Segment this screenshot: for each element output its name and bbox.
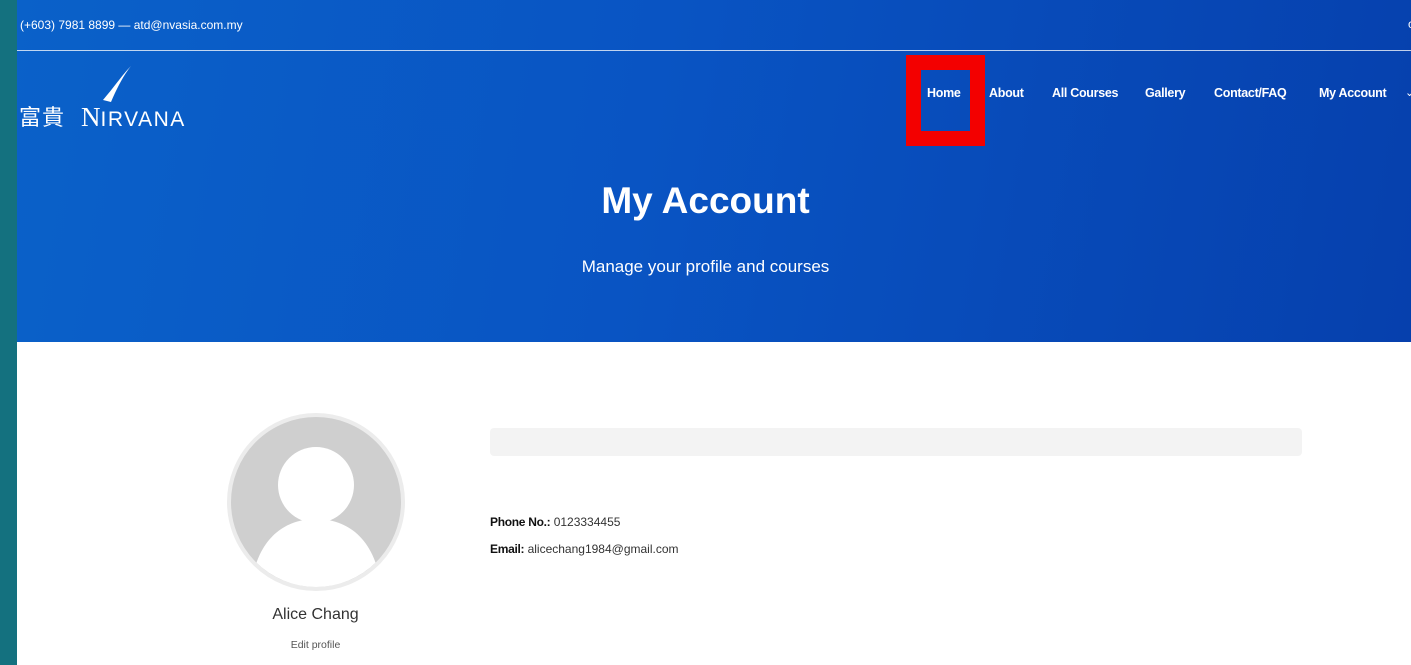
user-name: Alice Chang [272,606,359,623]
nav-my-account[interactable]: My Account [1319,86,1387,100]
logo-initial: N [81,102,101,132]
avatar [227,413,405,591]
phone-label: Phone No.: [490,515,551,529]
chevron-down-icon[interactable]: ⌄ [1405,86,1411,99]
page-subtitle: Manage your profile and courses [581,257,830,276]
contact-info: (+603) 7981 8899 — atd@nvasia.com.my [20,18,243,32]
top-contact-bar: (+603) 7981 8899 — atd@nvasia.com.my c [17,0,1411,51]
nav-gallery[interactable]: Gallery [1145,86,1186,100]
profile-info-bar [490,428,1302,456]
page-title: My Account [601,180,810,221]
logo-cjk-text: 富貴 [19,106,66,131]
nav-home[interactable]: Home [927,86,961,100]
email-value: alicechang1984@gmail.com [527,542,679,556]
user-silhouette-icon [251,447,381,587]
site-logo[interactable]: 富貴 NIRVANA [19,64,229,132]
highlight-annotation-box [906,55,985,146]
browser-viewport: (+603) 7981 8899 — atd@nvasia.com.my c 富… [17,0,1411,665]
logo-word-rest: IRVANA [100,108,186,131]
phone-value: 0123334455 [553,515,621,529]
logo-swoosh-icon [103,66,131,102]
logo-wordmark: NIRVANA [81,102,186,133]
nav-about[interactable]: About [989,86,1024,100]
nav-contact-faq[interactable]: Contact/FAQ [1214,86,1287,100]
email-line: Email: alicechang1984@gmail.com [490,542,679,556]
phone-line: Phone No.: 0123334455 [490,515,620,529]
edit-profile-link[interactable]: Edit profile [213,639,418,651]
nav-all-courses[interactable]: All Courses [1052,86,1118,100]
email-label: Email: [490,542,525,556]
hero-header: (+603) 7981 8899 — atd@nvasia.com.my c 富… [17,0,1411,342]
